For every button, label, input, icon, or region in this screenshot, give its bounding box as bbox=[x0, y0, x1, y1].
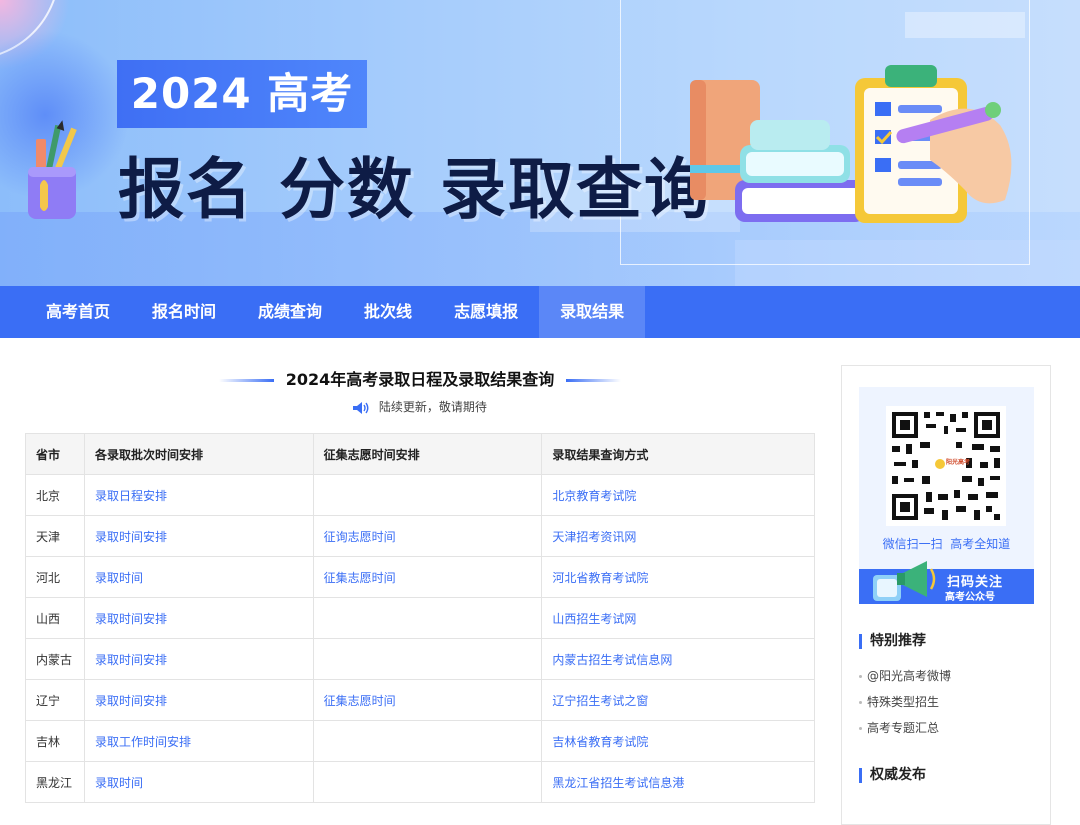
batch-schedule-link[interactable]: 录取时间 bbox=[95, 571, 143, 585]
megaphone-icon bbox=[873, 561, 936, 601]
main-nav: 高考首页 报名时间 成绩查询 批次线 志愿填报 录取结果 bbox=[0, 286, 1080, 338]
province-cell: 河北 bbox=[25, 556, 85, 598]
province-cell: 辽宁 bbox=[25, 679, 85, 721]
section-title: 2024年高考录取日程及录取结果查询 bbox=[285, 370, 555, 389]
section-note: 陆续更新，敬请期待 bbox=[378, 400, 487, 414]
table-row: 河北 录取时间 征集志愿时间 河北省教育考试院 bbox=[25, 556, 815, 598]
list-item[interactable]: 高考专题汇总 bbox=[859, 715, 951, 741]
qr-logo-text: 阳光高考 bbox=[946, 459, 971, 466]
admission-schedule-table: 省市 各录取批次时间安排 征集志愿时间安排 录取结果查询方式 北京 录取日程安排… bbox=[25, 433, 815, 803]
batch-schedule-link[interactable]: 录取时间安排 bbox=[95, 530, 167, 544]
books-clipboard-icon bbox=[690, 65, 1012, 223]
column-header-batch-schedule: 各录取批次时间安排 bbox=[83, 433, 314, 475]
list-item[interactable]: @阳光高考微博 bbox=[859, 663, 951, 689]
main-content: 2024年高考录取日程及录取结果查询 陆续更新，敬请期待 省市 各录取批次时间安… bbox=[25, 338, 815, 803]
supplementary-schedule-link[interactable]: 征询志愿时间 bbox=[324, 530, 396, 544]
result-query-link[interactable]: 吉林省教育考试院 bbox=[552, 735, 648, 749]
batch-schedule-link[interactable]: 录取时间 bbox=[95, 776, 143, 790]
banner-headline: 报名 分数 录取查询 bbox=[118, 151, 712, 228]
table-header-row: 省市 各录取批次时间安排 征集志愿时间安排 录取结果查询方式 bbox=[25, 433, 815, 475]
hero-banner: 2024 高考 报名 分数 录取查询 bbox=[0, 0, 1080, 286]
nav-item-admission-results[interactable]: 录取结果 bbox=[539, 286, 646, 338]
supplementary-schedule-link[interactable]: 征集志愿时间 bbox=[324, 571, 396, 585]
special-recommend-list: @阳光高考微博 特殊类型招生 高考专题汇总 bbox=[859, 663, 951, 741]
pencil-cup-icon bbox=[28, 120, 77, 219]
result-query-link[interactable]: 黑龙江省招生考试信息港 bbox=[552, 776, 684, 790]
batch-schedule-link[interactable]: 录取工作时间安排 bbox=[95, 735, 191, 749]
province-cell: 内蒙古 bbox=[25, 638, 85, 680]
follow-banner[interactable]: 扫码关注 高考公众号 bbox=[859, 561, 1034, 604]
sidebar: 阳光高考 微信扫一扫 高考全知道 扫码关注 高考公众号 特别推荐 @阳光高考微博… bbox=[841, 365, 1051, 825]
section-title-wrap: 2024年高考录取日程及录取结果查询 bbox=[25, 366, 815, 390]
table-row: 山西 录取时间安排 山西招生考试网 bbox=[25, 597, 815, 639]
result-query-link[interactable]: 辽宁招生考试之窗 bbox=[552, 694, 648, 708]
province-cell: 黑龙江 bbox=[25, 761, 85, 803]
column-header-province: 省市 bbox=[25, 433, 85, 475]
province-cell: 山西 bbox=[25, 597, 85, 639]
qr-code-card[interactable]: 阳光高考 微信扫一扫 高考全知道 扫码关注 高考公众号 bbox=[859, 387, 1034, 604]
nav-item-cutoff[interactable]: 批次线 bbox=[343, 286, 433, 338]
title-decoration-left bbox=[219, 379, 275, 382]
province-cell: 天津 bbox=[25, 515, 85, 557]
column-header-result-query: 录取结果查询方式 bbox=[541, 433, 815, 475]
result-query-link[interactable]: 河北省教育考试院 bbox=[552, 571, 648, 585]
result-query-link[interactable]: 北京教育考试院 bbox=[552, 489, 636, 503]
table-row: 北京 录取日程安排 北京教育考试院 bbox=[25, 474, 815, 516]
batch-schedule-link[interactable]: 录取时间安排 bbox=[95, 612, 167, 626]
year-badge: 2024 高考 bbox=[117, 60, 367, 128]
list-item[interactable]: 特殊类型招生 bbox=[859, 689, 951, 715]
result-query-link[interactable]: 山西招生考试网 bbox=[552, 612, 636, 626]
qr-code: 阳光高考 bbox=[886, 406, 1006, 526]
nav-item-application[interactable]: 志愿填报 bbox=[433, 286, 539, 338]
authority-release-heading: 权威发布 bbox=[859, 768, 926, 783]
table-row: 黑龙江 录取时间 黑龙江省招生考试信息港 bbox=[25, 761, 815, 803]
table-row: 天津 录取时间安排 征询志愿时间 天津招考资讯网 bbox=[25, 515, 815, 557]
batch-schedule-link[interactable]: 录取日程安排 bbox=[95, 489, 167, 503]
table-row: 吉林 录取工作时间安排 吉林省教育考试院 bbox=[25, 720, 815, 762]
nav-item-registration[interactable]: 报名时间 bbox=[131, 286, 237, 338]
table-row: 辽宁 录取时间安排 征集志愿时间 辽宁招生考试之窗 bbox=[25, 679, 815, 721]
nav-item-scores[interactable]: 成绩查询 bbox=[237, 286, 343, 338]
province-cell: 北京 bbox=[25, 474, 85, 516]
special-recommend-heading: 特别推荐 bbox=[859, 634, 926, 649]
batch-schedule-link[interactable]: 录取时间安排 bbox=[95, 653, 167, 667]
nav-item-home[interactable]: 高考首页 bbox=[25, 286, 131, 338]
qr-caption: 微信扫一扫 高考全知道 bbox=[882, 537, 1011, 551]
supplementary-schedule-link[interactable]: 征集志愿时间 bbox=[324, 694, 396, 708]
province-cell: 吉林 bbox=[25, 720, 85, 762]
speaker-icon bbox=[353, 401, 369, 414]
result-query-link[interactable]: 天津招考资讯网 bbox=[552, 530, 636, 544]
follow-banner-subtitle: 高考公众号 bbox=[945, 592, 995, 603]
batch-schedule-link[interactable]: 录取时间安排 bbox=[95, 694, 167, 708]
section-note-wrap: 陆续更新，敬请期待 bbox=[25, 398, 815, 415]
result-query-link[interactable]: 内蒙古招生考试信息网 bbox=[552, 653, 672, 667]
table-row: 内蒙古 录取时间安排 内蒙古招生考试信息网 bbox=[25, 638, 815, 680]
column-header-supplementary-schedule: 征集志愿时间安排 bbox=[312, 433, 543, 475]
title-decoration-right bbox=[565, 379, 621, 382]
